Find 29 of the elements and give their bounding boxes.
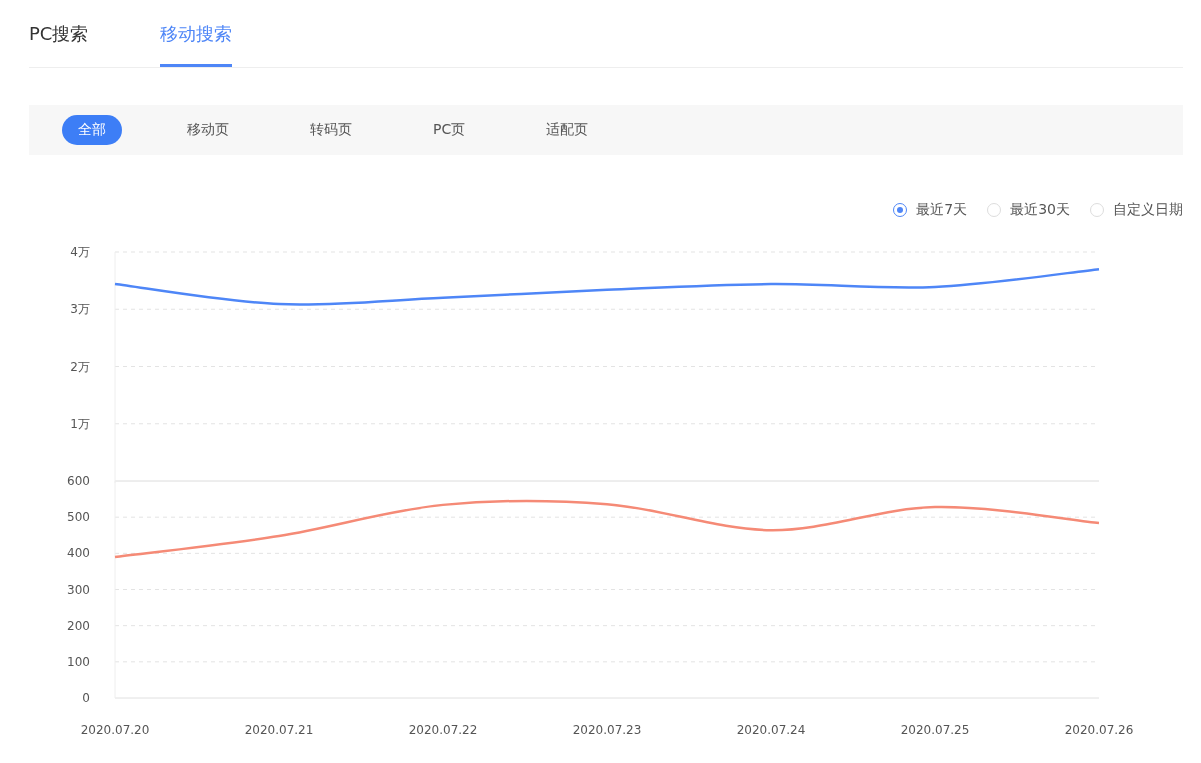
axis-tick-label: 2020.07.24 [736,723,806,737]
filter-chip[interactable]: 转码页 [294,115,368,145]
axis-tick-label: 2020.07.21 [244,723,314,737]
axis-tick-label: 3万 [70,302,90,317]
axis-tick-label: 300 [67,582,90,597]
axis-tick-label: 2020.07.20 [80,723,150,737]
filter-chip[interactable]: 适配页 [530,115,605,145]
axis-tick-label: 500 [67,510,90,525]
radio-label[interactable]: 最近30天 [1010,201,1070,219]
axis-tick-label: 2020.07.23 [572,723,642,737]
axis-tick-label: 2020.07.22 [408,723,478,737]
axis-tick-label: 100 [67,654,90,669]
axis-tick-label: 2020.07.26 [1064,723,1134,737]
axis-tick-label: 2万 [70,359,90,374]
filter-chip[interactable]: PC页 [417,115,482,145]
tab[interactable]: PC搜索 [29,0,89,67]
radio-label[interactable]: 最近7天 [916,201,968,219]
axis-tick-label: 400 [67,546,90,561]
radio-button[interactable] [893,203,908,217]
axis-tick-label: 4万 [70,245,90,259]
axis-tick-label: 2020.07.25 [900,723,970,737]
axis-tick-label: 200 [67,618,90,633]
radio-label[interactable]: 自定义日期 [1113,201,1183,219]
filter-chip[interactable]: 全部 [62,115,122,145]
filter-chip[interactable]: 移动页 [171,115,245,145]
axis-tick-label: 1万 [70,416,90,431]
tab[interactable]: 移动搜索 [160,0,233,67]
axis-tick-label: 0 [82,691,90,705]
axis-tick-label: 600 [67,474,90,488]
